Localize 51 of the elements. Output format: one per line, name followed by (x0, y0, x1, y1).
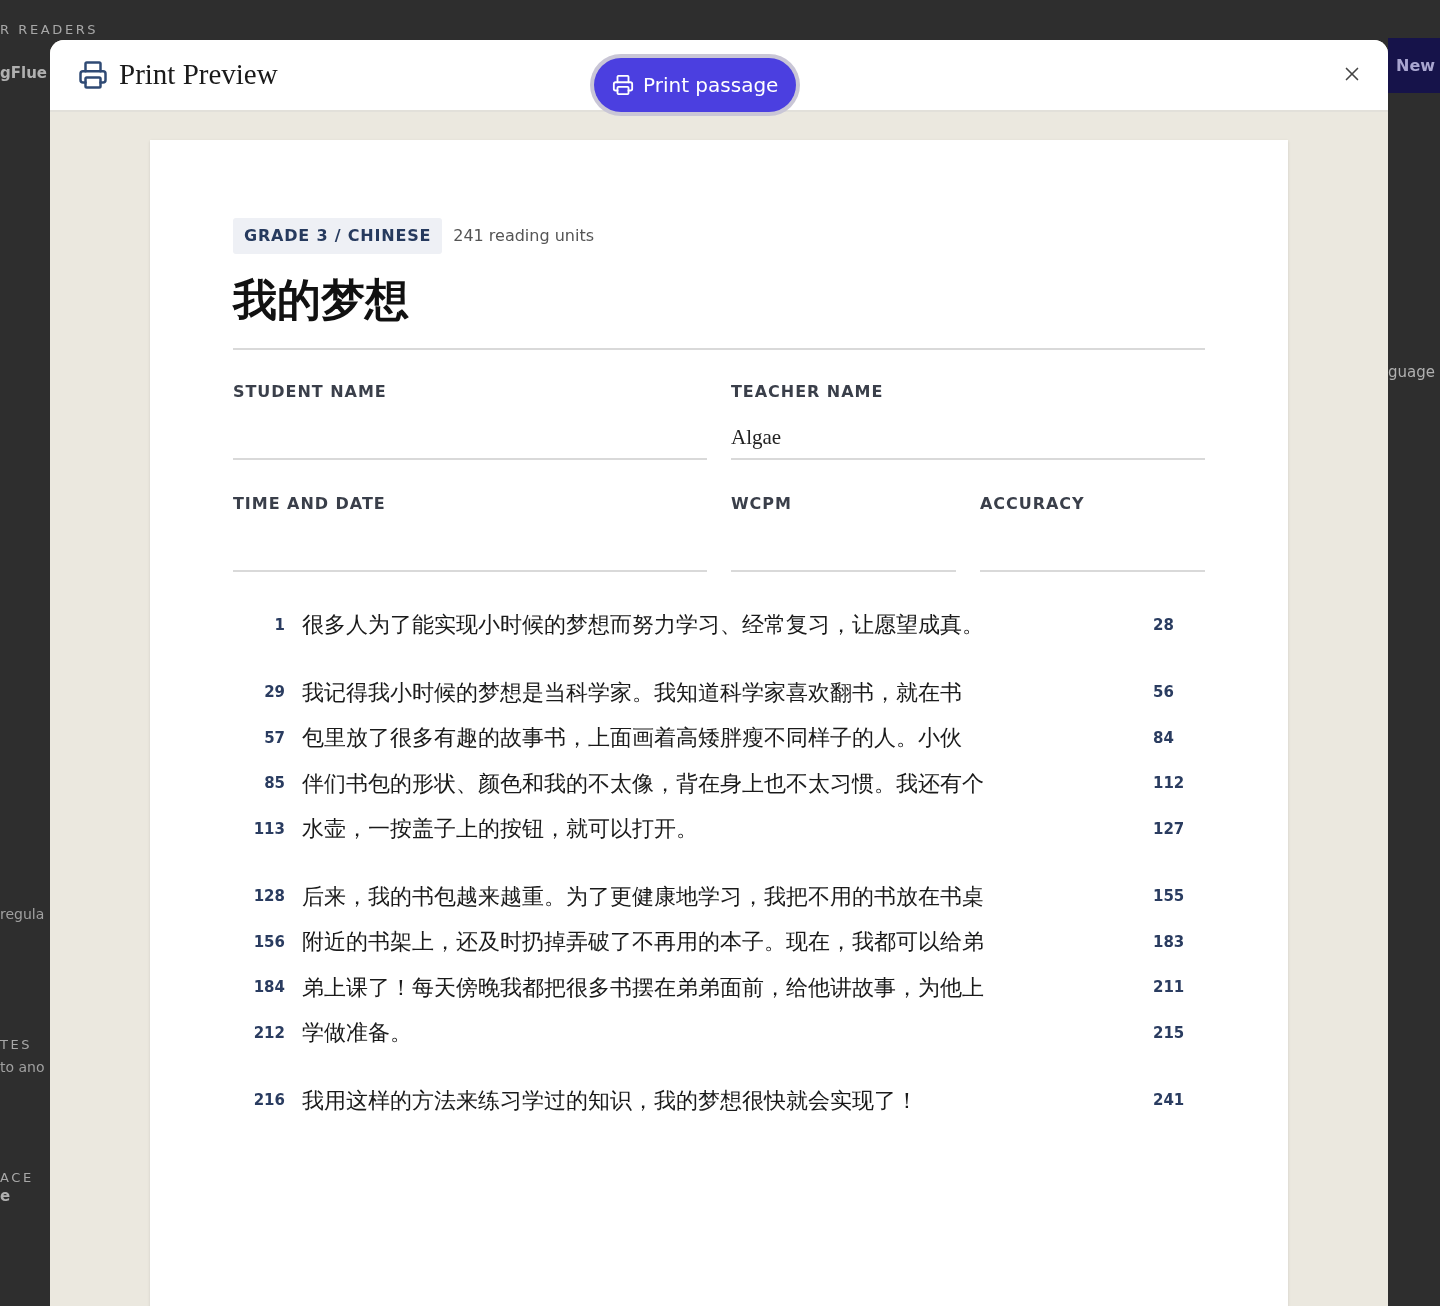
passage-line: 弟上课了！每天傍晚我都把很多书摆在弟弟面前，给他讲故事，为他上 (302, 973, 985, 1002)
printer-icon (78, 60, 108, 90)
new-button[interactable]: New (1388, 38, 1440, 93)
passage-line: 我用这样的方法来练习学过的知识，我的梦想很快就会实现了！ (302, 1086, 919, 1115)
passage-line: 很多人为了能实现小时候的梦想而努力学习、经常复习，让愿望成真。 (302, 611, 985, 640)
passage-line: 伴们书包的形状、颜色和我的不太像，背在身上也不太习惯。我还有个 (302, 769, 985, 798)
line-start-count: 216 (253, 1090, 285, 1111)
grade-tag: GRADE 3 / CHINESE (233, 218, 443, 254)
background-text: to ano (0, 1057, 45, 1077)
line-start-count: 156 (253, 931, 285, 953)
line-start-count: 128 (253, 886, 285, 907)
line-end-count: 155 (1153, 886, 1185, 907)
background-text: regula (0, 905, 45, 924)
line-end-count: 215 (1153, 1022, 1185, 1044)
field-label: ACCURACY (980, 493, 1085, 515)
line-end-count: 211 (1153, 977, 1185, 998)
line-end-count: 84 (1153, 727, 1174, 749)
background-text: e (0, 1186, 11, 1207)
line-end-count: 28 (1153, 614, 1174, 636)
line-start-count: 212 (253, 1022, 285, 1044)
reading-units: 241 reading units (453, 225, 595, 247)
line-end-count: 127 (1153, 818, 1185, 840)
dialog-title: Print Preview (119, 57, 278, 93)
background-text: ACE (0, 1168, 34, 1187)
field-label: STUDENT NAME (233, 381, 387, 403)
passage-line: 我记得我小时候的梦想是当科学家。我知道科学家喜欢翻书，就在书 (302, 678, 963, 707)
background-text: gFlue (0, 62, 47, 84)
passage-line: 附近的书架上，还及时扔掉弄破了不再用的本子。现在，我都可以给弟 (302, 928, 985, 957)
line-start-count: 113 (253, 818, 285, 840)
field-label: TEACHER NAME (731, 381, 884, 403)
passage-line: 水壶，一按盖子上的按钮，就可以打开。 (302, 815, 699, 844)
line-end-count: 112 (1153, 773, 1185, 794)
passage-line: 后来，我的书包越来越重。为了更健康地学习，我把不用的书放在书桌 (302, 882, 985, 911)
background-text: R READERS (0, 21, 99, 39)
fill-in-line[interactable]: Algae (731, 418, 1205, 460)
line-start-count: 1 (274, 614, 285, 636)
line-start-count: 57 (264, 727, 285, 749)
line-start-count: 85 (264, 773, 285, 794)
background-text: guage (1388, 362, 1435, 383)
line-start-count: 184 (253, 977, 285, 998)
line-end-count: 56 (1153, 682, 1174, 703)
line-end-count: 183 (1153, 931, 1185, 953)
passage-line: 包里放了很多有趣的故事书，上面画着高矮胖瘦不同样子的人。小伙 (302, 724, 963, 753)
line-end-count: 241 (1153, 1090, 1185, 1111)
passage-title: 我的梦想 (233, 273, 409, 327)
line-start-count: 29 (264, 682, 285, 703)
field-label: WCPM (731, 493, 792, 515)
background-text: TES (0, 1036, 33, 1054)
printer-icon (612, 74, 634, 96)
passage-line: 学做准备。 (302, 1019, 413, 1048)
field-label: TIME AND DATE (233, 493, 386, 515)
